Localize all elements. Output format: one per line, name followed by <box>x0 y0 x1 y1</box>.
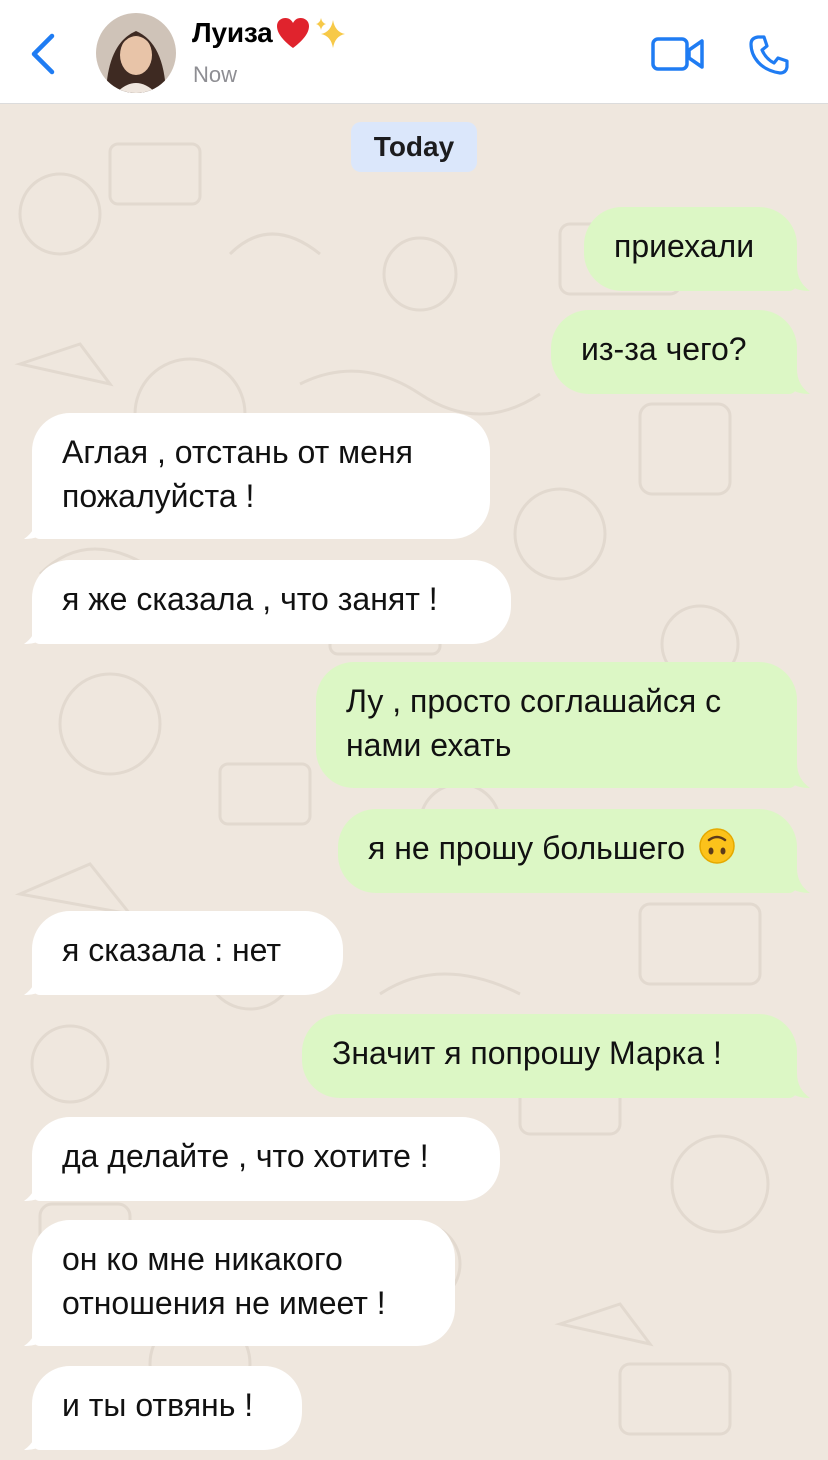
sparkles-icon <box>315 18 345 48</box>
incoming-message[interactable]: Аглая , отстань от меня пожалуйста ! <box>32 413 490 539</box>
outgoing-message[interactable]: Значит я попрошу Марка ! <box>302 1014 797 1098</box>
message-text: я же сказала , что занят ! <box>62 581 438 617</box>
message-text-line: Аглая , отстань от меня <box>62 434 413 470</box>
incoming-message[interactable]: да делайте , что хотите ! <box>32 1117 500 1201</box>
bubble-tail <box>786 266 810 291</box>
message-text: и ты отвянь ! <box>62 1387 254 1423</box>
video-camera-icon[interactable] <box>651 36 705 72</box>
bubble-tail <box>786 868 810 893</box>
message-text: Значит я попрошу Марка ! <box>332 1035 722 1071</box>
incoming-message[interactable]: и ты отвянь ! <box>32 1366 302 1450</box>
outgoing-message[interactable]: приехали <box>584 207 797 291</box>
message-text-line: пожалуйста ! <box>62 478 255 514</box>
contact-name[interactable]: Луиза <box>192 16 349 50</box>
heart-icon <box>276 18 309 48</box>
incoming-message[interactable]: он ко мне никакого отношения не имеет ! <box>32 1220 455 1346</box>
avatar[interactable] <box>96 13 176 93</box>
outgoing-message[interactable]: Лу , просто соглашайся с нами ехать <box>316 662 797 788</box>
phone-icon[interactable] <box>748 34 790 76</box>
bubble-tail <box>24 970 48 995</box>
outgoing-message[interactable]: из-за чего? <box>551 310 797 394</box>
incoming-message[interactable]: я же сказала , что занят ! <box>32 560 511 644</box>
bubble-tail <box>24 1321 48 1346</box>
bubble-tail <box>24 514 48 539</box>
bubble-tail <box>24 1176 48 1201</box>
message-text-line: отношения не имеет ! <box>62 1285 386 1321</box>
upside-down-face-icon <box>699 828 735 864</box>
bubble-tail <box>24 1425 48 1450</box>
contact-name-text: Луиза <box>192 17 273 48</box>
message-text: приехали <box>614 228 755 264</box>
chat-header: Луиза Now <box>0 0 828 104</box>
contact-status: Now <box>193 62 238 87</box>
bubble-tail <box>786 1073 810 1098</box>
message-text: я сказала : нет <box>62 932 282 968</box>
chevron-left-icon[interactable] <box>26 30 60 78</box>
message-text: да делайте , что хотите ! <box>62 1138 429 1174</box>
message-text: из-за чего? <box>581 331 747 367</box>
message-text-line: он ко мне никакого <box>62 1241 343 1277</box>
incoming-message[interactable]: я сказала : нет <box>32 911 343 995</box>
date-separator: Today <box>351 122 477 172</box>
bubble-tail <box>786 369 810 394</box>
bubble-tail <box>24 619 48 644</box>
outgoing-message[interactable]: я не прошу большего <box>338 809 797 893</box>
message-text: я не прошу большего <box>368 830 686 866</box>
message-text-line: нами ехать <box>346 727 512 763</box>
bubble-tail <box>786 763 810 788</box>
message-text-line: Лу , просто соглашайся с <box>346 683 722 719</box>
